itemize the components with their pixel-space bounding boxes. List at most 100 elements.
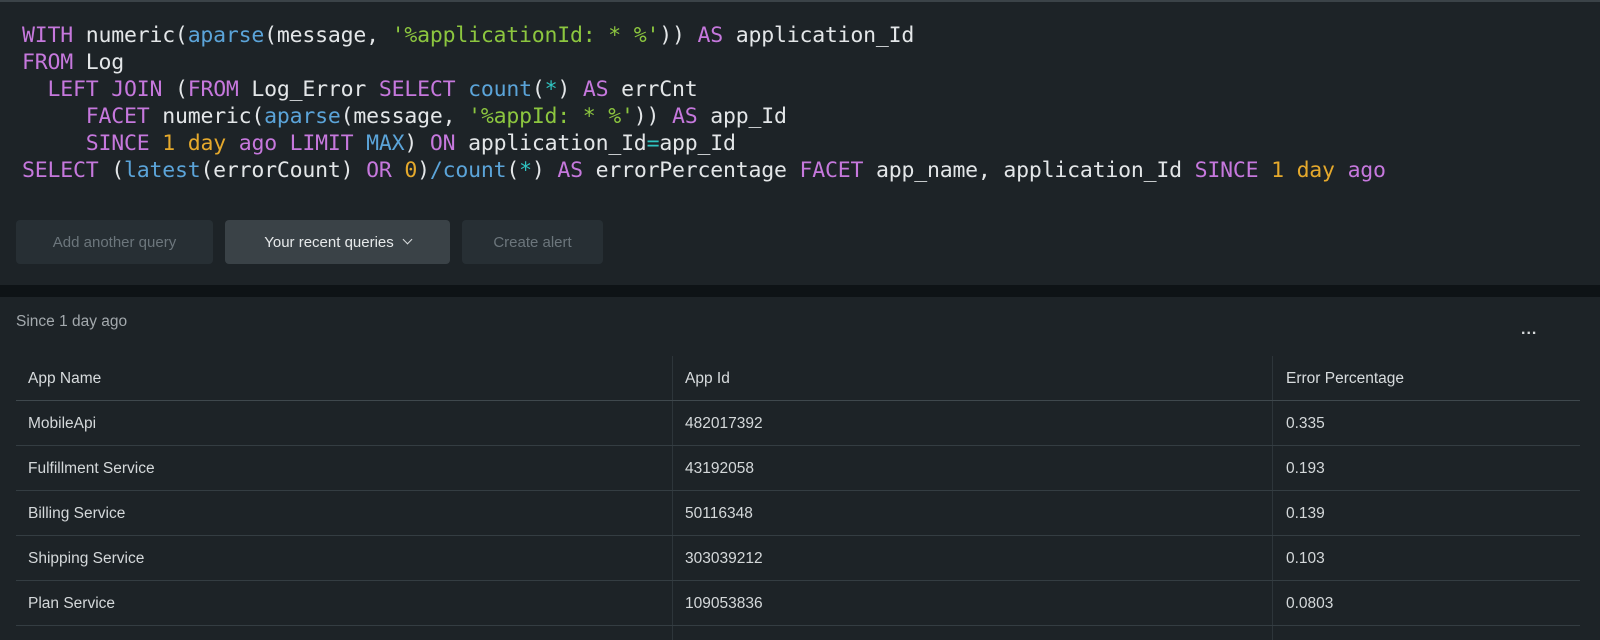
query-token-number: 1 day bbox=[162, 131, 226, 156]
cell-app-id: 303039212 bbox=[685, 549, 763, 567]
cell-error-percentage: 0.335 bbox=[1286, 414, 1325, 432]
query-token-identifier: errorPercentage bbox=[582, 158, 800, 183]
query-token-number: 0 bbox=[404, 158, 418, 183]
query-token-identifier: (errorCount) bbox=[200, 158, 367, 183]
query-token-keyword: SINCE bbox=[85, 131, 150, 156]
recent-queries-dropdown[interactable]: Your recent queries bbox=[225, 220, 450, 264]
query-token-keyword: OR bbox=[366, 158, 392, 183]
query-token-function: latest bbox=[123, 158, 201, 183]
cell-error-percentage: 0.0803 bbox=[1286, 594, 1334, 612]
query-token-identifier bbox=[455, 77, 468, 102]
column-header-app-id[interactable]: App Id bbox=[672, 356, 1272, 401]
query-token-string: '%appId: * %' bbox=[468, 104, 634, 129]
table-header-row: App Name App Id Error Percentage bbox=[16, 356, 1580, 401]
query-token-identifier: numeric( bbox=[149, 104, 265, 129]
query-token-identifier: ) bbox=[404, 131, 430, 156]
query-token-keyword: WITH bbox=[22, 23, 73, 48]
cell-error-percentage: 0.139 bbox=[1286, 504, 1325, 522]
query-token-identifier: application_Id bbox=[455, 131, 647, 156]
query-token-keyword: ago LIMIT bbox=[238, 131, 354, 156]
query-token-keyword: AS bbox=[582, 77, 609, 102]
query-token-keyword: SINCE bbox=[1194, 158, 1259, 183]
query-token-function: MAX bbox=[366, 131, 405, 156]
query-token-identifier: app_name, application_Id bbox=[863, 158, 1195, 183]
cell-app-name: MobileApi bbox=[28, 414, 97, 432]
query-token-identifier: errCnt bbox=[608, 77, 698, 102]
query-token-keyword: FROM bbox=[187, 77, 239, 102]
query-token-operator: * bbox=[519, 158, 532, 183]
query-token-identifier bbox=[1258, 158, 1271, 183]
query-token-identifier bbox=[22, 77, 48, 102]
more-options-icon[interactable]: ... bbox=[1521, 322, 1541, 345]
query-line: SINCE 1 day ago LIMIT MAX) ON applicatio… bbox=[22, 130, 1386, 157]
query-token-function: count bbox=[468, 77, 532, 102]
table-row: Fulfillment Service 43192058 0.193 bbox=[16, 446, 1580, 491]
create-alert-button[interactable]: Create alert bbox=[462, 220, 603, 264]
nrql-query-text[interactable]: WITH numeric(aparse(message, '%applicati… bbox=[22, 22, 1386, 184]
query-line: FROM Log bbox=[22, 49, 1386, 76]
recent-queries-label: Your recent queries bbox=[264, 233, 394, 251]
column-header-app-name[interactable]: App Name bbox=[16, 356, 672, 401]
query-token-string: '%applicationId: * %' bbox=[391, 23, 660, 48]
query-token-identifier: application_Id bbox=[722, 23, 915, 48]
query-token-identifier: ) bbox=[417, 158, 430, 183]
create-alert-label: Create alert bbox=[493, 233, 572, 251]
query-token-keyword: FROM bbox=[22, 50, 73, 75]
query-token-identifier: ) bbox=[531, 158, 558, 183]
table-row: Plan Service 109053836 0.0803 bbox=[16, 581, 1580, 626]
query-token-operator: = bbox=[646, 131, 660, 156]
query-token-keyword: SELECT bbox=[378, 77, 456, 102]
query-token-keyword: FACET bbox=[799, 158, 864, 183]
query-token-identifier: app_Id bbox=[659, 131, 736, 156]
query-token-identifier: (message, bbox=[340, 104, 469, 129]
cell-error-percentage: 0.103 bbox=[1286, 549, 1325, 567]
query-line: FACET numeric(aparse(message, '%appId: *… bbox=[22, 103, 1386, 130]
query-token-keyword: LEFT JOIN bbox=[47, 77, 163, 102]
query-token-keyword: SELECT bbox=[22, 158, 99, 183]
query-token-function: aparse bbox=[264, 104, 341, 129]
query-token-function: /count bbox=[429, 158, 507, 183]
cell-app-name: Plan Service bbox=[28, 594, 116, 612]
query-line: WITH numeric(aparse(message, '%applicati… bbox=[22, 22, 1386, 49]
panel-divider bbox=[0, 285, 1600, 297]
query-line: SELECT (latest(errorCount) OR 0)/count(*… bbox=[22, 157, 1386, 184]
query-token-identifier bbox=[226, 131, 239, 156]
column-header-error-percentage[interactable]: Error Percentage bbox=[1272, 356, 1580, 401]
query-token-identifier bbox=[1335, 158, 1348, 183]
results-panel: Since 1 day ago ... App Name App Id Erro… bbox=[0, 297, 1600, 640]
query-token-identifier: ( bbox=[162, 77, 188, 102]
query-token-identifier: ( bbox=[98, 158, 124, 183]
query-token-keyword: AS bbox=[557, 158, 583, 183]
query-token-identifier: ) bbox=[557, 77, 583, 102]
query-token-identifier: Log_Error bbox=[238, 77, 379, 102]
query-line: LEFT JOIN (FROM Log_Error SELECT count(*… bbox=[22, 76, 1386, 103]
query-token-identifier: )) bbox=[659, 23, 698, 48]
cell-app-name: Fulfillment Service bbox=[28, 459, 155, 477]
query-token-keyword: ago bbox=[1347, 158, 1386, 183]
add-another-query-button[interactable]: Add another query bbox=[16, 220, 213, 264]
query-token-identifier: Log bbox=[72, 50, 124, 75]
query-token-keyword: AS bbox=[697, 23, 723, 48]
query-token-identifier bbox=[353, 131, 366, 156]
cell-app-id: 482017392 bbox=[685, 414, 763, 432]
cell-app-id: 43192058 bbox=[685, 459, 754, 477]
cell-app-name: Shipping Service bbox=[28, 549, 145, 567]
cell-error-percentage: 0.193 bbox=[1286, 459, 1325, 477]
query-token-identifier bbox=[22, 104, 86, 129]
query-token-function: aparse bbox=[187, 23, 265, 48]
cell-app-name: Billing Service bbox=[28, 504, 126, 522]
query-token-identifier: ( bbox=[506, 158, 520, 183]
query-token-identifier: app_Id bbox=[697, 104, 787, 129]
cell-app-id: 109053836 bbox=[685, 594, 763, 612]
query-token-identifier bbox=[22, 131, 86, 156]
add-another-query-label: Add another query bbox=[52, 233, 177, 251]
table-row: Billing Service 50116348 0.139 bbox=[16, 491, 1580, 536]
query-token-identifier: (message, bbox=[264, 23, 392, 48]
query-token-keyword: FACET bbox=[85, 104, 150, 129]
query-token-identifier: ( bbox=[531, 77, 545, 102]
query-token-identifier bbox=[392, 158, 405, 183]
table-row: Shipping Service 303039212 0.103 bbox=[16, 536, 1580, 581]
query-token-keyword: AS bbox=[672, 104, 698, 129]
query-editor[interactable]: WITH numeric(aparse(message, '%applicati… bbox=[0, 2, 1600, 285]
results-table: App Name App Id Error Percentage MobileA… bbox=[16, 356, 1580, 640]
